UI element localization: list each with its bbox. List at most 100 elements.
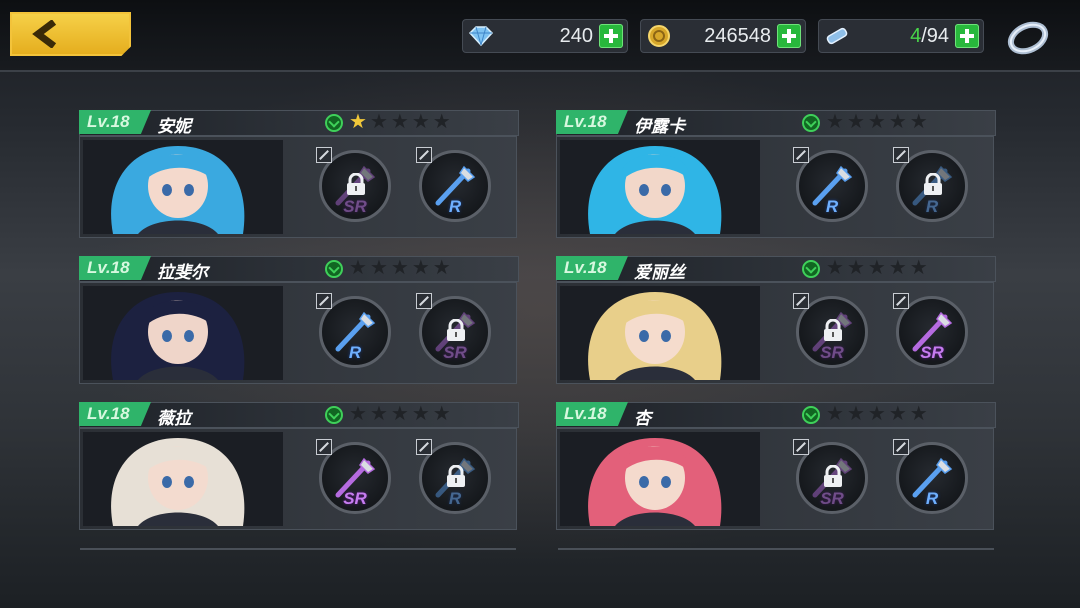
star-icon: ★: [411, 111, 433, 133]
star-icon: ★: [369, 257, 391, 279]
lock-icon: [924, 173, 942, 195]
diamond-icon: [468, 26, 494, 47]
star-icon: ★: [909, 403, 931, 425]
stamina-value: 4/94: [910, 25, 949, 47]
weapon-slot[interactable]: SR: [793, 293, 868, 368]
star-icon: ★: [846, 403, 868, 425]
character-portrait: [83, 140, 283, 234]
character-card[interactable]: Lv.18 安妮 ★★★★★ SR R: [79, 110, 519, 238]
stamina-vial-icon: [826, 27, 848, 45]
character-name: 杏: [634, 409, 651, 428]
back-button[interactable]: [10, 12, 131, 56]
star-icon: ★: [432, 257, 454, 279]
star-icon: ★: [432, 111, 454, 133]
add-diamonds-button[interactable]: [599, 24, 623, 48]
star-icon: ★: [888, 111, 910, 133]
weapon-slot[interactable]: SR: [893, 293, 968, 368]
star-rating: ★★★★★: [349, 403, 454, 425]
star-icon: ★: [390, 257, 412, 279]
rarity-label: R: [825, 197, 839, 216]
star-icon: ★: [390, 111, 412, 133]
add-gold-button[interactable]: [777, 24, 801, 48]
character-card[interactable]: Lv.18 薇拉 ★★★★★ SR R: [79, 402, 519, 530]
character-card[interactable]: Lv.18 杏 ★★★★★ SR R: [556, 402, 996, 530]
weapon-slot[interactable]: R: [793, 147, 868, 222]
rarity-label: SR: [820, 489, 844, 508]
star-icon: ★: [349, 257, 370, 279]
top-divider: [0, 70, 1080, 72]
character-portrait: [83, 286, 283, 380]
weapon-slot[interactable]: R: [416, 439, 491, 514]
star-rating: ★★★★★: [826, 403, 931, 425]
star-rating: ★★★★★: [349, 111, 454, 133]
character-name: 拉斐尔: [157, 263, 208, 282]
rarity-label: R: [925, 197, 939, 216]
star-icon: ★: [909, 111, 931, 133]
stamina-counter: 4/94: [818, 19, 984, 53]
diamond-value: 240: [559, 25, 593, 47]
weapon-slot[interactable]: SR: [316, 439, 391, 514]
level-badge: Lv.18: [79, 110, 151, 134]
upgrade-icon[interactable]: [325, 260, 343, 278]
star-icon: ★: [888, 403, 910, 425]
bottom-divider-left: [80, 548, 516, 550]
rarity-label: SR: [920, 343, 944, 362]
star-icon: ★: [826, 403, 847, 425]
bottom-divider-right: [558, 548, 994, 550]
weapon-slot[interactable]: R: [316, 293, 391, 368]
star-icon: ★: [411, 257, 433, 279]
weapon-slot[interactable]: R: [893, 439, 968, 514]
rarity-label: R: [448, 489, 462, 508]
weapon-slot[interactable]: R: [893, 147, 968, 222]
back-arrow-icon: [32, 20, 57, 48]
star-icon: ★: [867, 111, 889, 133]
rarity-label: SR: [343, 197, 367, 216]
star-icon: ★: [411, 403, 433, 425]
ring-button[interactable]: [1004, 16, 1052, 58]
upgrade-icon[interactable]: [325, 114, 343, 132]
lock-icon: [824, 319, 842, 341]
character-card[interactable]: Lv.18 拉斐尔 ★★★★★ R SR: [79, 256, 519, 384]
character-portrait: [83, 432, 283, 526]
star-icon: ★: [369, 403, 391, 425]
weapon-slot[interactable]: R: [416, 147, 491, 222]
gold-coin-icon: [648, 25, 670, 47]
gold-value: 246548: [704, 25, 771, 47]
star-icon: ★: [349, 111, 370, 133]
character-name: 薇拉: [157, 409, 191, 428]
star-rating: ★★★★★: [349, 257, 454, 279]
upgrade-icon[interactable]: [802, 260, 820, 278]
character-card[interactable]: Lv.18 伊露卡 ★★★★★ R R: [556, 110, 996, 238]
upgrade-icon[interactable]: [802, 114, 820, 132]
star-icon: ★: [826, 257, 847, 279]
level-badge: Lv.18: [556, 110, 628, 134]
lock-icon: [347, 173, 365, 195]
diamond-counter: 240: [462, 19, 628, 53]
weapon-slot[interactable]: SR: [793, 439, 868, 514]
rarity-label: R: [925, 489, 939, 508]
character-card[interactable]: Lv.18 爱丽丝 ★★★★★ SR SR: [556, 256, 996, 384]
rarity-label: SR: [343, 489, 367, 508]
weapon-slot[interactable]: SR: [416, 293, 491, 368]
level-badge: Lv.18: [79, 256, 151, 280]
star-rating: ★★★★★: [826, 257, 931, 279]
character-portrait: [560, 286, 760, 380]
level-badge: Lv.18: [556, 256, 628, 280]
upgrade-icon[interactable]: [325, 406, 343, 424]
rarity-label: SR: [443, 343, 467, 362]
star-icon: ★: [369, 111, 391, 133]
upgrade-icon[interactable]: [802, 406, 820, 424]
star-icon: ★: [867, 403, 889, 425]
star-icon: ★: [390, 403, 412, 425]
character-portrait: [560, 432, 760, 526]
add-stamina-button[interactable]: [955, 24, 979, 48]
star-icon: ★: [349, 403, 370, 425]
star-icon: ★: [867, 257, 889, 279]
star-icon: ★: [826, 111, 847, 133]
lock-icon: [447, 319, 465, 341]
weapon-slot[interactable]: SR: [316, 147, 391, 222]
star-icon: ★: [846, 257, 868, 279]
ring-icon: [1007, 21, 1049, 55]
star-icon: ★: [888, 257, 910, 279]
star-icon: ★: [432, 403, 454, 425]
